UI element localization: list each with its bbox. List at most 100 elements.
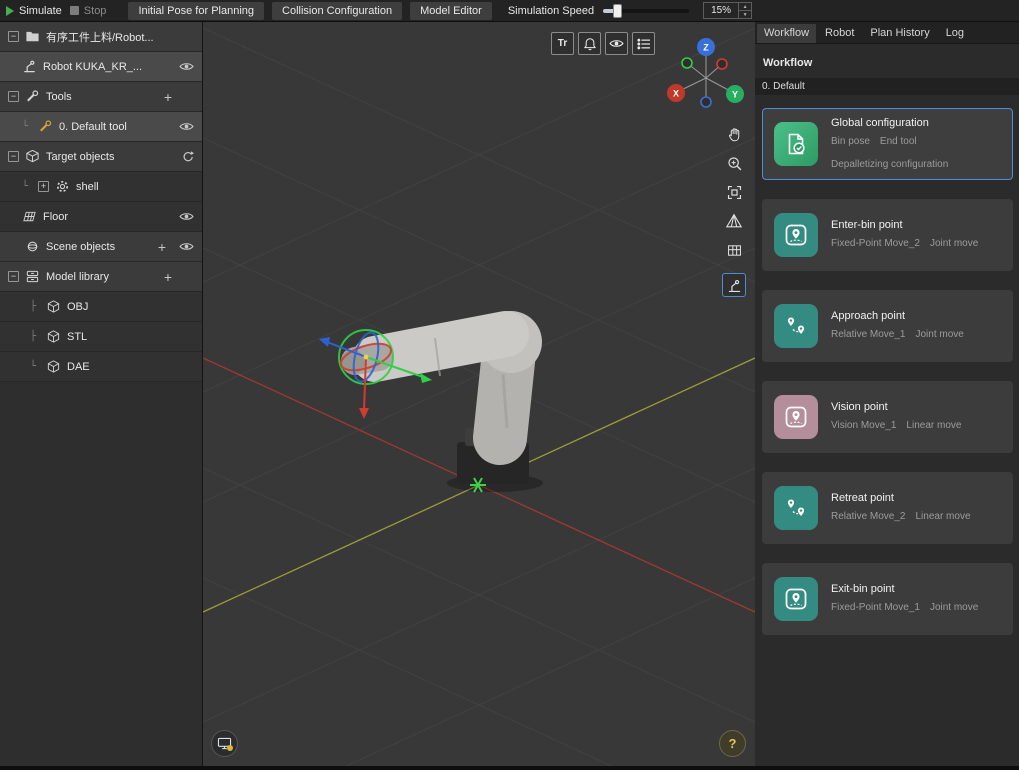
mesh-icon	[46, 359, 61, 374]
tree-connector	[30, 361, 40, 372]
tree-item-obj[interactable]: OBJ	[0, 292, 202, 322]
step-tag: Joint move	[930, 602, 978, 615]
step-tag: Depalletizing configuration	[831, 159, 948, 172]
collapse-icon[interactable]	[8, 271, 19, 282]
gear-icon	[55, 179, 70, 194]
tree-item-target-objects[interactable]: Target objects	[0, 142, 202, 172]
mesh-icon	[46, 299, 61, 314]
collapse-icon[interactable]	[8, 91, 19, 102]
spin-down-icon[interactable]: ▼	[739, 11, 751, 18]
pin-box-icon	[774, 213, 818, 257]
tab-workflow[interactable]: Workflow	[757, 24, 816, 43]
eye-icon[interactable]	[179, 241, 194, 252]
step-tag: Bin pose	[831, 136, 870, 149]
model-editor-button[interactable]: Model Editor	[410, 2, 492, 20]
step-tag: Linear move	[906, 420, 961, 433]
eye-icon[interactable]	[179, 211, 194, 222]
add-tool-icon[interactable]: +	[164, 90, 172, 104]
axis-neg-y	[682, 58, 692, 68]
step-enter-bin-point[interactable]: Enter-bin point Fixed-Point Move_2 Joint…	[762, 199, 1013, 271]
step-tag: End tool	[880, 136, 917, 149]
speed-slider-handle[interactable]	[613, 4, 622, 18]
add-model-icon[interactable]: +	[164, 270, 172, 284]
view-tools	[722, 122, 746, 297]
collapse-icon[interactable]	[8, 151, 19, 162]
tree-item-default-tool[interactable]: 0. Default tool	[0, 112, 202, 142]
step-tag: Relative Move_2	[831, 511, 905, 524]
simulate-button[interactable]: Simulate	[6, 5, 62, 17]
mesh-icon	[46, 329, 61, 344]
perspective-button[interactable]	[722, 209, 746, 233]
wrench-icon	[38, 119, 53, 134]
step-tag: Relative Move_1	[831, 329, 905, 342]
step-vision-point[interactable]: Vision point Vision Move_1 Linear move	[762, 381, 1013, 453]
initial-pose-button[interactable]: Initial Pose for Planning	[128, 2, 264, 20]
3d-viewport[interactable]: Tr Z X Y	[203, 22, 755, 766]
fit-view-button[interactable]	[722, 180, 746, 204]
stop-button[interactable]: Stop	[70, 5, 107, 17]
collision-configuration-button[interactable]: Collision Configuration	[272, 2, 402, 20]
top-toolbar: Simulate Stop Initial Pose for Planning …	[0, 0, 1019, 22]
step-global-configuration[interactable]: Global configuration Bin pose End tool D…	[762, 108, 1013, 180]
expand-icon[interactable]	[38, 181, 49, 192]
stop-label: Stop	[84, 5, 107, 17]
tree-item-project[interactable]: 有序工件上料/Robot...	[0, 22, 202, 52]
floor-grid-icon	[22, 209, 37, 224]
step-title: Retreat point	[831, 492, 971, 504]
table-view-button[interactable]	[722, 238, 746, 262]
zoom-button[interactable]	[722, 151, 746, 175]
eye-icon[interactable]	[179, 61, 194, 72]
orientation-gizmo[interactable]: Z X Y	[663, 34, 749, 116]
visibility-button[interactable]	[605, 32, 628, 55]
tree-item-model-library[interactable]: Model library +	[0, 262, 202, 292]
section-title: Workflow	[755, 44, 1019, 78]
tree-item-floor[interactable]: Floor	[0, 202, 202, 232]
workflow-selector-value: 0. Default	[762, 81, 805, 92]
tree-connector	[30, 331, 40, 342]
tree-item-tools[interactable]: Tools +	[0, 82, 202, 112]
spin-up-icon[interactable]: ▲	[739, 3, 751, 11]
notification-dot	[227, 745, 233, 751]
step-exit-bin-point[interactable]: Exit-bin point Fixed-Point Move_1 Joint …	[762, 563, 1013, 635]
3d-scene	[203, 22, 755, 766]
transform-tool-label: Tr	[558, 38, 567, 49]
tree-item-label: 有序工件上料/Robot...	[46, 29, 154, 45]
step-tag: Fixed-Point Move_2	[831, 238, 920, 251]
axis-neg-x	[717, 59, 727, 69]
tree-item-dae[interactable]: DAE	[0, 352, 202, 382]
eye-icon[interactable]	[179, 121, 194, 132]
tree-item-scene-objects[interactable]: Scene objects +	[0, 232, 202, 262]
tab-plan-history[interactable]: Plan History	[863, 24, 936, 43]
add-scene-object-icon[interactable]: +	[158, 240, 166, 254]
tree-item-shell[interactable]: shell	[0, 172, 202, 202]
workflow-selector[interactable]: 0. Default	[755, 78, 1019, 95]
tree-item-label: Model library	[46, 271, 109, 283]
list-icon	[637, 38, 651, 50]
help-button[interactable]: ?	[719, 730, 746, 757]
tree-item-label: Scene objects	[46, 241, 115, 253]
refresh-icon[interactable]	[181, 150, 194, 163]
config-icon	[774, 122, 818, 166]
workflow-panel: Workflow Robot Plan History Log Workflow…	[755, 22, 1019, 766]
list-view-button[interactable]	[632, 32, 655, 55]
step-retreat-point[interactable]: Retreat point Relative Move_2 Linear mov…	[762, 472, 1013, 544]
tree-item-stl[interactable]: STL	[0, 322, 202, 352]
speed-slider[interactable]	[603, 9, 689, 13]
axis-y-label: Y	[732, 90, 738, 100]
speed-spinbox[interactable]: 15% ▲ ▼	[703, 2, 752, 19]
pan-button[interactable]	[722, 122, 746, 146]
tree-connector	[30, 301, 40, 312]
resource-tree: 有序工件上料/Robot... Robot KUKA_KR_... Tools …	[0, 22, 203, 766]
step-approach-point[interactable]: Approach point Relative Move_1 Joint mov…	[762, 290, 1013, 362]
tools-icon	[25, 89, 40, 104]
tab-log[interactable]: Log	[939, 24, 971, 43]
transform-tool-button[interactable]: Tr	[551, 32, 574, 55]
alert-button[interactable]	[578, 32, 601, 55]
collapse-icon[interactable]	[8, 31, 19, 42]
tree-item-label: Tools	[46, 91, 72, 103]
robot-view-button[interactable]	[722, 273, 746, 297]
tree-item-robot[interactable]: Robot KUKA_KR_...	[0, 52, 202, 82]
axis-neg-z	[701, 97, 711, 107]
screenshot-button[interactable]	[211, 730, 238, 757]
tab-robot[interactable]: Robot	[818, 24, 861, 43]
